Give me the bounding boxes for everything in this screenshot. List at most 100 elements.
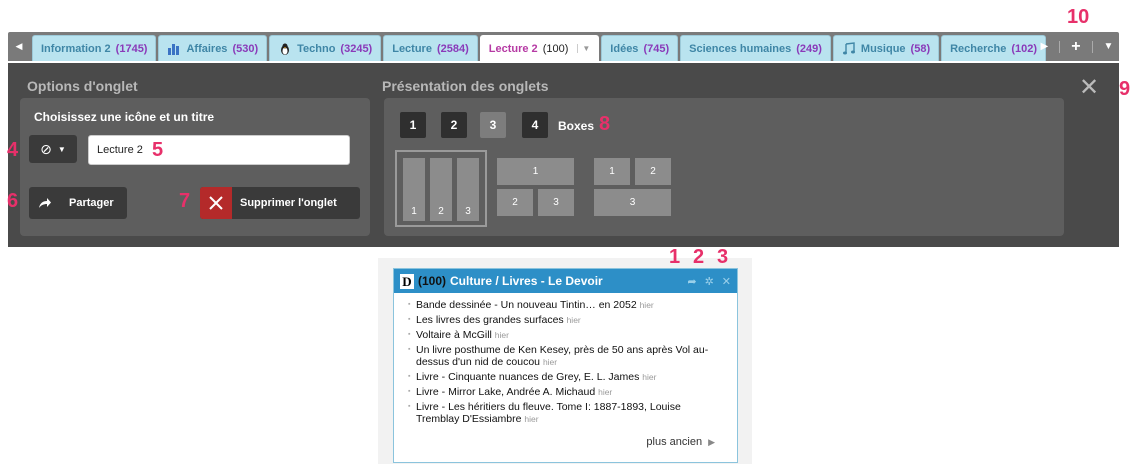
columns-2-button[interactable]: 2: [441, 112, 467, 138]
layout-cell: 2: [497, 189, 533, 216]
item-title[interactable]: Bande dessinée - Un nouveau Tintin… en 2…: [416, 299, 637, 311]
tab-idees[interactable]: Idées (745): [601, 35, 679, 61]
item-title[interactable]: Voltaire à McGill: [416, 329, 492, 341]
older-items-link[interactable]: plus ancien ▶: [646, 436, 715, 448]
list-item[interactable]: Livre - Cinquante nuances de Grey, E. L.…: [408, 371, 725, 383]
tab-affaires[interactable]: Affaires (530): [158, 35, 268, 61]
columns-1-button[interactable]: 1: [400, 112, 426, 138]
list-item[interactable]: Voltaire à McGill hier: [408, 329, 725, 341]
annotation-9: 9: [1119, 78, 1131, 100]
more-label: plus ancien: [646, 436, 703, 448]
tab-count: (249): [796, 42, 822, 55]
item-date: hier: [566, 315, 581, 325]
annotation-7: 7: [179, 190, 191, 212]
chevron-down-icon: ▼: [57, 144, 66, 154]
list-item[interactable]: Un livre posthume de Ken Kesey, près de …: [408, 344, 725, 368]
layout-cell: 3: [594, 189, 671, 216]
tab-musique[interactable]: Musique (58): [832, 35, 940, 61]
columns-4-button[interactable]: 4: [522, 112, 548, 138]
options-title: Options d'onglet: [27, 78, 138, 94]
item-date: hier: [639, 300, 654, 310]
tab-options-panel: Options d'onglet Choisissez une icône et…: [8, 63, 1119, 247]
gear-icon[interactable]: ✲: [705, 275, 714, 288]
item-title[interactable]: Les livres des grandes surfaces: [416, 314, 564, 326]
tab-dropdown-icon[interactable]: ▼: [577, 44, 590, 53]
tab-scroll-right-icon[interactable]: ▶: [1041, 41, 1049, 52]
tab-menu-chevron-down-icon[interactable]: ▼: [1104, 41, 1114, 52]
item-title[interactable]: Livre - Cinquante nuances de Grey, E. L.…: [416, 371, 639, 383]
widget-count: (100): [418, 274, 447, 288]
list-item[interactable]: Livre - Mirror Lake, Andrée A. Michaud h…: [408, 386, 725, 398]
columns-3-button[interactable]: 3: [480, 112, 506, 138]
tab-count: (102): [1011, 42, 1038, 55]
annotation-1: 1: [669, 246, 681, 268]
tab-bar-controls: ▶ + ▼: [1035, 32, 1119, 61]
tab-lecture[interactable]: Lecture (2584): [383, 35, 478, 61]
tab-label: Musique: [860, 42, 906, 55]
tab-recherche[interactable]: Recherche (102): [941, 35, 1047, 61]
layout-cell: 2: [635, 158, 671, 185]
tab-list: Information 2 (1745) Affaires (530) Tech…: [32, 35, 1048, 61]
chevron-right-icon: ▶: [708, 437, 715, 447]
bar-chart-icon: [168, 43, 180, 55]
add-tab-button[interactable]: +: [1071, 38, 1080, 55]
layout-cell: 3: [457, 158, 479, 221]
layout-one-over-two[interactable]: 1 2 3: [497, 158, 577, 224]
delete-tab-label: Supprimer l'onglet: [240, 197, 337, 209]
tab-label: Affaires: [186, 42, 228, 55]
list-item[interactable]: Bande dessinée - Un nouveau Tintin… en 2…: [408, 299, 725, 311]
icon-picker-button[interactable]: ⊘ ▼: [29, 135, 77, 163]
tab-count: (1745): [115, 42, 148, 55]
item-date: hier: [598, 387, 613, 397]
annotation-8: 8: [599, 113, 611, 135]
annotation-2: 2: [693, 246, 705, 268]
tab-sciences-humaines[interactable]: Sciences humaines (249): [680, 35, 831, 61]
penguin-icon: [281, 43, 290, 55]
le-devoir-logo-icon: D: [400, 273, 414, 289]
separator: [1091, 40, 1093, 53]
music-note-icon: [842, 41, 855, 54]
tab-scroll-left-icon[interactable]: ◀: [8, 32, 30, 61]
layout-cell: 1: [497, 158, 574, 185]
tab-lecture-2[interactable]: Lecture 2 (100) ▼: [479, 35, 600, 61]
list-item[interactable]: Livre - Les héritiers du fleuve. Tome I:…: [408, 401, 725, 425]
annotation-4: 4: [7, 139, 19, 161]
tab-label: Idées: [610, 42, 639, 55]
layout-cell: 3: [538, 189, 574, 216]
no-icon-icon: ⊘: [40, 140, 52, 157]
layout-two-over-one[interactable]: 1 2 3: [594, 158, 674, 224]
tab-count: (530): [232, 42, 259, 55]
list-item[interactable]: Les livres des grandes surfaces hier: [408, 314, 725, 326]
tab-count: (2584): [436, 42, 469, 55]
widget-item-list: Bande dessinée - Un nouveau Tintin… en 2…: [394, 293, 737, 425]
share-arrow-icon[interactable]: ➦: [687, 275, 696, 288]
presentation-title: Présentation des onglets: [382, 78, 549, 94]
tab-count: (745): [643, 42, 670, 55]
tab-count: (100): [542, 42, 569, 55]
item-title[interactable]: Livre - Les héritiers du fleuve. Tome I:…: [416, 401, 681, 425]
close-icon[interactable]: ✕: [722, 275, 731, 288]
tab-count: (3245): [340, 42, 373, 55]
choose-icon-title-label: Choisissez une icône et un titre: [34, 110, 215, 124]
item-date: hier: [494, 330, 509, 340]
separator: [1059, 40, 1061, 53]
share-button[interactable]: Partager: [29, 187, 127, 219]
tab-label: Recherche: [950, 42, 1007, 55]
tab-information-2[interactable]: Information 2 (1745): [32, 35, 157, 61]
annotation-3: 3: [717, 246, 729, 268]
tab-count: (58): [910, 42, 931, 55]
feed-widget: D (100) Culture / Livres - Le Devoir ➦ ✲…: [393, 268, 738, 463]
delete-tab-button[interactable]: Supprimer l'onglet: [200, 187, 360, 219]
layout-three-columns[interactable]: 1 2 3: [395, 150, 487, 227]
widget-title[interactable]: Culture / Livres - Le Devoir: [450, 274, 603, 288]
tab-label: Techno: [297, 42, 336, 55]
annotation-10: 10: [1067, 6, 1090, 28]
tab-title-input[interactable]: [88, 135, 350, 165]
item-title[interactable]: Livre - Mirror Lake, Andrée A. Michaud: [416, 386, 595, 398]
close-panel-icon[interactable]: ✕: [1079, 76, 1099, 100]
tab-label: Sciences humaines: [689, 42, 792, 55]
widget-header[interactable]: D (100) Culture / Livres - Le Devoir ➦ ✲…: [394, 269, 737, 293]
item-title[interactable]: Un livre posthume de Ken Kesey, près de …: [416, 344, 708, 368]
tab-techno[interactable]: Techno (3245): [269, 35, 382, 61]
layout-cell: 1: [594, 158, 630, 185]
